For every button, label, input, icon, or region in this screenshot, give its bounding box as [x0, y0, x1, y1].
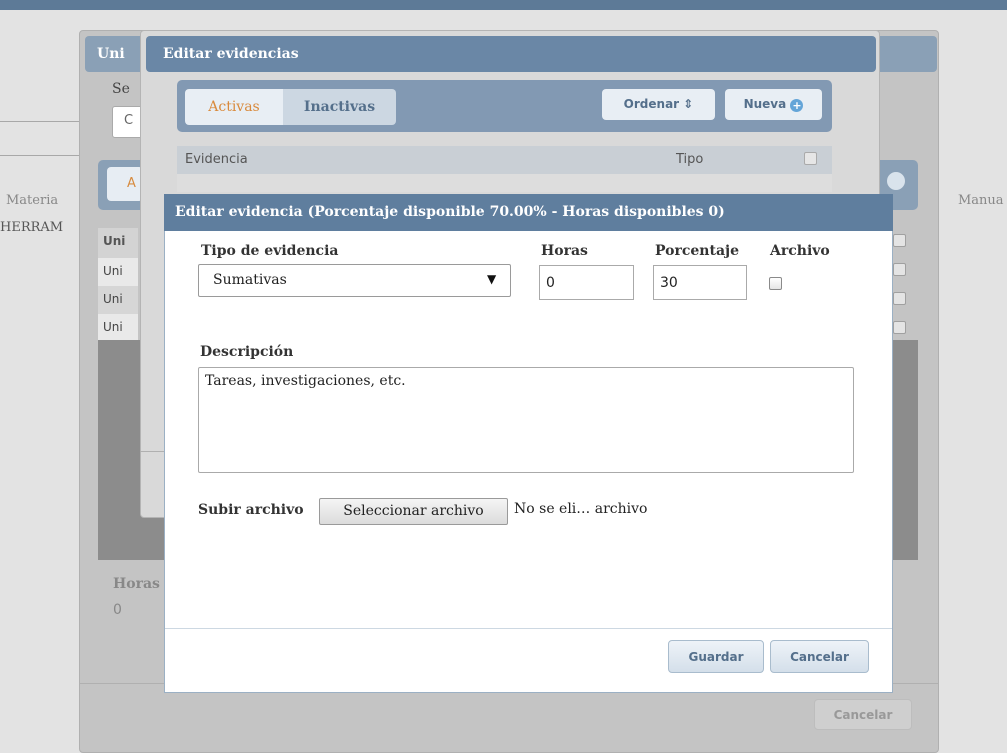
select-all-checkbox[interactable] [804, 152, 817, 165]
table-row[interactable]: Uni [98, 314, 138, 342]
dropdown-arrow-icon: ▼ [487, 272, 497, 286]
tab-inactivas[interactable]: Inactivas [283, 89, 396, 125]
row-checkbox[interactable] [893, 263, 906, 276]
cancelar-button[interactable]: Cancelar [770, 640, 869, 673]
background-select-label: Se [112, 81, 130, 97]
table-row[interactable] [177, 174, 832, 192]
horas-input[interactable]: 0 [539, 265, 634, 300]
tipo-evidencia-select[interactable]: Sumativas [198, 264, 511, 297]
horas-label: Horas [541, 243, 588, 259]
nueva-button[interactable]: Nueva + [725, 89, 822, 120]
tab-activas[interactable]: Activas [185, 89, 283, 125]
descripcion-textarea[interactable]: Tareas, investigaciones, etc. [198, 367, 854, 473]
app-top-bar [0, 0, 1007, 10]
dialog-footer-divider [165, 628, 892, 629]
archivo-label: Archivo [770, 243, 830, 259]
row-checkbox[interactable] [893, 292, 906, 305]
guardar-button[interactable]: Guardar [668, 640, 764, 673]
table-row[interactable]: Uni [98, 258, 138, 286]
horas-value: 0 [113, 602, 122, 618]
background-tab[interactable]: A [107, 167, 143, 201]
column-header-materia: Materia [6, 193, 59, 208]
nueva-button-label: Nueva [743, 97, 787, 111]
dialog-title: Editar evidencia (Porcentaje disponible … [175, 204, 725, 220]
table-row[interactable]: Uni [98, 286, 138, 314]
divider [0, 155, 79, 156]
plus-circle-icon: + [790, 99, 804, 112]
column-header-tipo: Tipo [676, 152, 704, 167]
divider [140, 451, 164, 452]
column-header-manual: Manua [958, 193, 1004, 208]
subir-archivo-label: Subir archivo [198, 502, 304, 518]
background-window-title: Uni [97, 46, 125, 62]
divider [0, 121, 79, 122]
descripcion-label: Descripción [200, 344, 294, 360]
add-icon[interactable] [885, 170, 907, 192]
ordenar-button[interactable]: Ordenar ⇕ [602, 89, 715, 120]
table-cell-materia: HERRAM [0, 220, 64, 235]
tipo-evidencia-value: Sumativas [213, 272, 287, 288]
select-file-button[interactable]: Seleccionar archivo [319, 498, 508, 525]
row-checkbox[interactable] [893, 321, 906, 334]
column-header-evidencia: Evidencia [185, 152, 248, 167]
archivo-checkbox[interactable] [769, 277, 782, 290]
tipo-evidencia-label: Tipo de evidencia [201, 243, 339, 259]
porcentaje-label: Porcentaje [655, 243, 739, 259]
file-name-text: No se eli… archivo [514, 501, 648, 517]
evidencias-table-header [177, 146, 832, 174]
background-cancel-button[interactable]: Cancelar [814, 699, 912, 730]
porcentaje-input[interactable]: 30 [653, 265, 747, 300]
horas-label: Horas [113, 576, 160, 592]
evidencias-modal-title: Editar evidencias [163, 46, 299, 62]
background-table-header-label: Uni [103, 234, 126, 248]
row-checkbox[interactable] [893, 234, 906, 247]
background-select[interactable]: C [112, 106, 142, 138]
